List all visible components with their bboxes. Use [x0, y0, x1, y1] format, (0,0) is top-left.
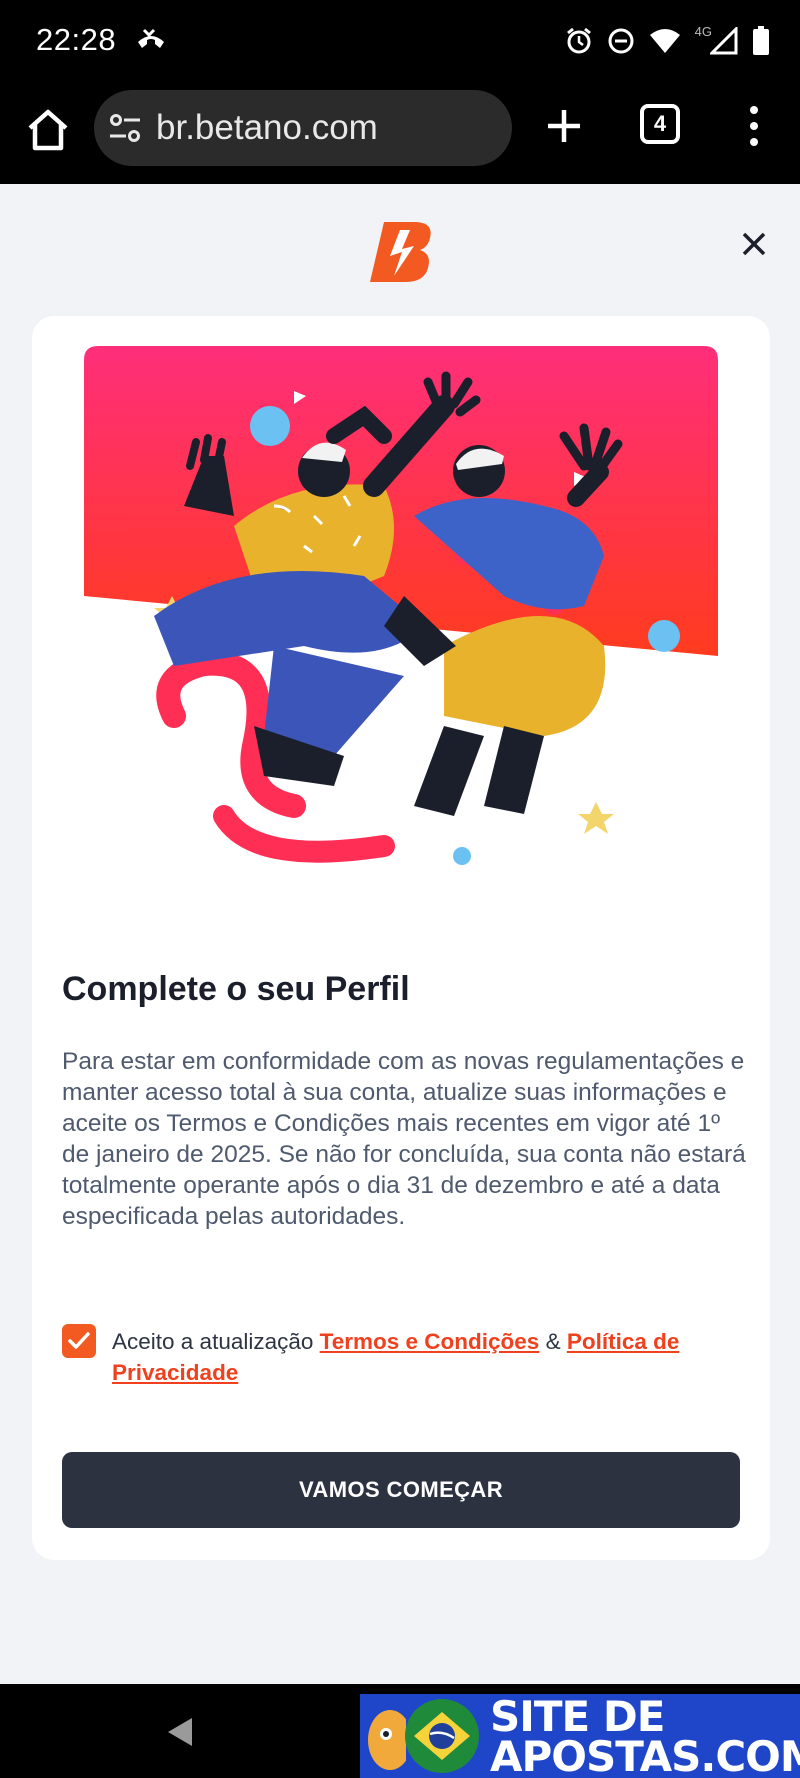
status-time: 22:28: [36, 22, 117, 57]
status-icons: 4G: [565, 24, 770, 58]
modal-body-text: Para estar em conformidade com as novas …: [62, 1048, 746, 1230]
start-button[interactable]: VAMOS COMEÇAR: [62, 1452, 740, 1528]
terms-link[interactable]: Termos e Condições: [320, 1329, 540, 1354]
consent-separator: &: [545, 1329, 561, 1354]
hero-illustration: [84, 346, 718, 865]
browser-toolbar: br.betano.com 4: [0, 88, 800, 184]
modal-title: Complete o seu Perfil: [62, 970, 410, 1008]
dnd-icon: [608, 28, 634, 54]
tab-switcher-button[interactable]: 4: [640, 104, 680, 144]
missed-call-icon: [138, 28, 164, 48]
wifi-icon: [649, 29, 680, 53]
complete-profile-card: Complete o seu Perfil Para estar em conf…: [32, 316, 770, 1560]
consent-label: Aceito a atualização Termos e Condições …: [112, 1326, 752, 1388]
page-content: Complete o seu Perfil Para estar em conf…: [0, 184, 800, 1684]
signal-icon: [710, 27, 738, 55]
battery-icon: [753, 26, 769, 55]
checkmark-icon: [68, 1332, 90, 1349]
close-icon[interactable]: [738, 228, 770, 260]
consent-prefix: Aceito a atualização: [112, 1329, 314, 1354]
status-bar: 22:28 4G: [0, 0, 800, 88]
mascot-icon: [368, 1710, 406, 1770]
network-type-label: 4G: [694, 23, 712, 39]
terms-checkbox[interactable]: [62, 1324, 96, 1358]
home-icon[interactable]: [24, 106, 72, 154]
watermark-badge: SITE DE APOSTAS.COM: [360, 1694, 800, 1778]
url-text: br.betano.com: [156, 108, 378, 147]
betano-logo: [370, 222, 431, 282]
address-bar[interactable]: br.betano.com: [94, 90, 512, 166]
back-nav-icon[interactable]: [166, 1716, 196, 1748]
watermark-line-2: APOSTAS.COM: [490, 1732, 800, 1778]
brazil-flag-icon: [405, 1699, 479, 1773]
site-settings-icon[interactable]: [108, 111, 142, 145]
new-tab-icon[interactable]: [542, 104, 586, 148]
more-menu-icon[interactable]: [740, 102, 768, 150]
alarm-icon: [566, 27, 591, 54]
